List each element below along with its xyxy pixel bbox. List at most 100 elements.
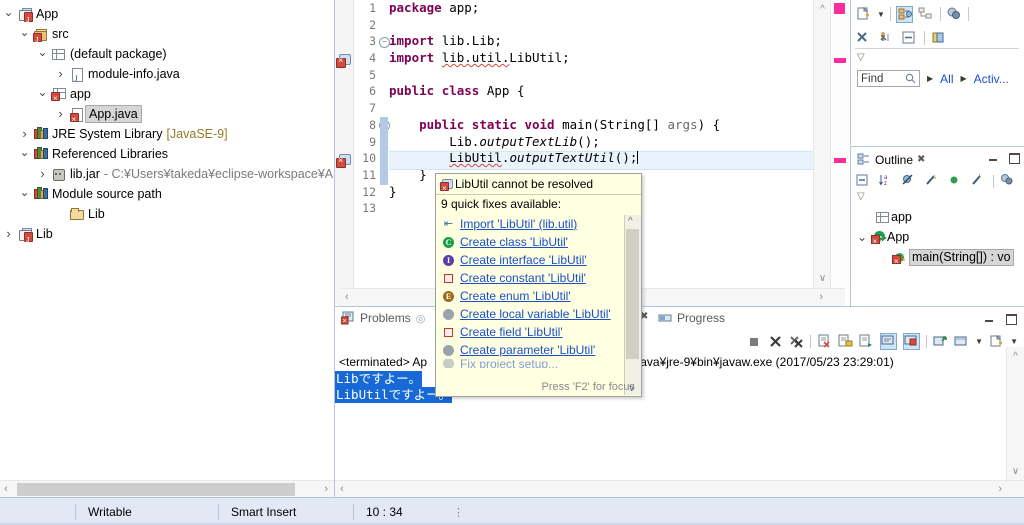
remove-launch-icon[interactable] — [768, 334, 783, 349]
quickfix-item-create-enum[interactable]: E Create enum 'LibUtil' — [436, 287, 625, 305]
vertical-dots-icon[interactable]: ⋮ — [453, 506, 464, 519]
pin-console-icon[interactable] — [880, 333, 898, 350]
collapse-all-icon[interactable] — [855, 173, 872, 190]
cut-icon[interactable] — [855, 30, 872, 47]
quickfix-scrollbar[interactable]: ^ ∨ — [624, 215, 641, 395]
scope-active-link[interactable]: Activ... — [974, 72, 1009, 86]
quickfix-item-create-constant[interactable]: Create constant 'LibUtil' — [436, 269, 625, 287]
package-explorer-view[interactable]: App src (default package) module-info.ja… — [0, 0, 335, 497]
quickfix-item-import[interactable]: ⇤ Import 'LibUtil' (lib.util) — [436, 215, 625, 233]
open-console-icon[interactable] — [933, 334, 948, 349]
outline-item-app-package[interactable]: app — [851, 207, 1024, 227]
find-input[interactable]: Find — [857, 70, 920, 87]
new-console-view-icon[interactable] — [954, 334, 969, 349]
tree-item-app-package[interactable]: app — [0, 84, 334, 109]
find-bar[interactable]: Find ▶ All ▶ Activ... — [857, 70, 1009, 87]
dropdown-arrow-icon[interactable]: ▼ — [877, 10, 885, 19]
editor-marker-gutter[interactable] — [335, 0, 354, 305]
java-browsing-panel[interactable]: ▼ ▽ Find ▶ All ▶ Activ... — [850, 0, 1024, 145]
quickfix-item-create-class[interactable]: C Create class 'LibUtil' — [436, 233, 625, 251]
scroll-lock-icon[interactable] — [838, 334, 853, 349]
quickfix-item-create-local-variable[interactable]: Create local variable 'LibUtil' — [436, 305, 625, 323]
hide-nonpublic-icon[interactable] — [947, 173, 964, 190]
error-marker-line-4[interactable] — [336, 54, 351, 68]
outline-toolbar[interactable]: az s t — [855, 171, 1017, 191]
collapse-arrow-icon[interactable]: ▽ — [857, 191, 865, 202]
collapse-arrow-icon[interactable]: ▽ — [857, 52, 865, 63]
hierarchy-icon[interactable] — [918, 6, 935, 23]
editor-vscrollbar[interactable]: ^ ∨ — [813, 0, 831, 288]
hide-static-icon[interactable]: s — [924, 173, 941, 190]
terminate-icon[interactable] — [747, 334, 762, 349]
tree-item-lib-jar[interactable]: lib.jar - C:¥Users¥takeda¥eclipse-worksp… — [0, 164, 334, 184]
status-insert-mode[interactable]: Smart Insert — [219, 505, 353, 519]
tree-item-jre-system-library[interactable]: JRE System Library [JavaSE-9] — [0, 124, 334, 144]
filter-icon[interactable] — [946, 6, 963, 23]
scroll-left-icon[interactable]: ‹ — [340, 483, 344, 495]
refresh-icon[interactable] — [931, 30, 948, 47]
scroll-right-icon[interactable]: › — [819, 291, 823, 303]
tree-item-app-java[interactable]: App.java — [0, 104, 334, 130]
package-explorer-tree[interactable]: App src (default package) module-info.ja… — [0, 0, 334, 251]
panel-toolbar-row-2[interactable] — [855, 28, 948, 48]
quickfix-item-fix-project-setup[interactable]: Fix project setup... — [436, 359, 625, 368]
show-console-icon[interactable] — [859, 334, 874, 349]
remove-all-icon[interactable] — [789, 334, 804, 349]
scope-all-link[interactable]: All — [940, 72, 953, 86]
bottom-panel-window-buttons[interactable] — [984, 313, 1017, 325]
minimize-icon[interactable] — [988, 152, 999, 163]
quickfix-item-create-field[interactable]: Create field 'LibUtil' — [436, 323, 625, 341]
collapse-arrow-icon[interactable] — [54, 64, 67, 85]
scroll-left-icon[interactable]: ‹ — [345, 291, 349, 303]
panel-toolbar-row-1[interactable]: ▼ — [855, 4, 969, 24]
collapse-arrow-icon[interactable] — [2, 224, 15, 245]
editor-overview-ruler[interactable] — [830, 0, 849, 288]
expand-arrow-icon[interactable] — [18, 144, 31, 165]
tree-item-app-project[interactable]: App — [0, 4, 334, 31]
scrollbar-thumb[interactable] — [626, 229, 639, 359]
dropdown-arrow-icon[interactable]: ▼ — [975, 337, 983, 346]
run-icon[interactable] — [878, 30, 895, 47]
display-selected-console-icon[interactable] — [903, 333, 921, 350]
scrollbar-thumb[interactable] — [17, 483, 295, 496]
tree-item-module-source-path[interactable]: Module source path — [0, 184, 334, 204]
tree-item-lib-folder[interactable]: Lib — [0, 204, 334, 224]
clear-console-icon[interactable] — [817, 334, 832, 349]
scope-arrow-icon[interactable]: ▶ — [927, 74, 933, 83]
scroll-up-icon[interactable]: ^ — [628, 216, 633, 227]
tree-item-default-package[interactable]: (default package) — [0, 44, 334, 64]
scroll-right-icon[interactable]: › — [998, 483, 1002, 495]
maximize-icon[interactable] — [1008, 152, 1020, 164]
tree-item-referenced-libraries[interactable]: Referenced Libraries — [0, 144, 334, 164]
scope-arrow-icon[interactable]: ▶ — [961, 74, 967, 83]
scroll-left-icon[interactable]: ‹ — [4, 483, 8, 495]
tab-progress[interactable]: Progress — [658, 311, 725, 325]
tree-item-src[interactable]: src — [0, 24, 334, 51]
tree-item-lib-project[interactable]: Lib — [0, 224, 334, 251]
outline-window-buttons[interactable] — [988, 152, 1020, 164]
console-vscrollbar[interactable]: ^ ∨ — [1006, 347, 1024, 481]
overview-error-summary[interactable] — [834, 3, 845, 14]
expand-arrow-icon[interactable] — [18, 184, 31, 205]
expand-arrow-icon[interactable]: ⌄ — [855, 227, 869, 247]
minimize-icon[interactable] — [984, 313, 995, 324]
expand-arrow-icon[interactable] — [18, 24, 31, 45]
hide-fields-icon[interactable] — [901, 173, 918, 190]
tab-problems[interactable]: × Problems ◎ — [341, 311, 425, 325]
filter-icon[interactable] — [1000, 173, 1017, 190]
scroll-right-icon[interactable]: › — [324, 483, 328, 495]
scroll-up-icon[interactable]: ^ — [817, 4, 828, 15]
overview-marker-line-10[interactable] — [834, 158, 846, 163]
expand-arrow-icon[interactable] — [2, 4, 15, 25]
close-icon[interactable]: ✖ — [917, 154, 925, 165]
collapse-all-icon[interactable] — [901, 30, 918, 47]
console-toolbar[interactable]: ▼ ▼ — [747, 333, 1018, 350]
tree-item-module-info[interactable]: module-info.java — [0, 64, 334, 89]
expand-arrow-icon[interactable] — [36, 44, 49, 65]
collapse-arrow-icon[interactable] — [36, 164, 49, 185]
new-wizard-icon[interactable] — [855, 6, 872, 23]
dropdown-arrow-icon[interactable]: ▼ — [1010, 337, 1018, 346]
scroll-down-icon[interactable]: ∨ — [1010, 466, 1021, 477]
package-explorer-hscrollbar[interactable]: ‹ › — [0, 480, 334, 498]
expand-arrow-icon[interactable] — [36, 84, 49, 105]
